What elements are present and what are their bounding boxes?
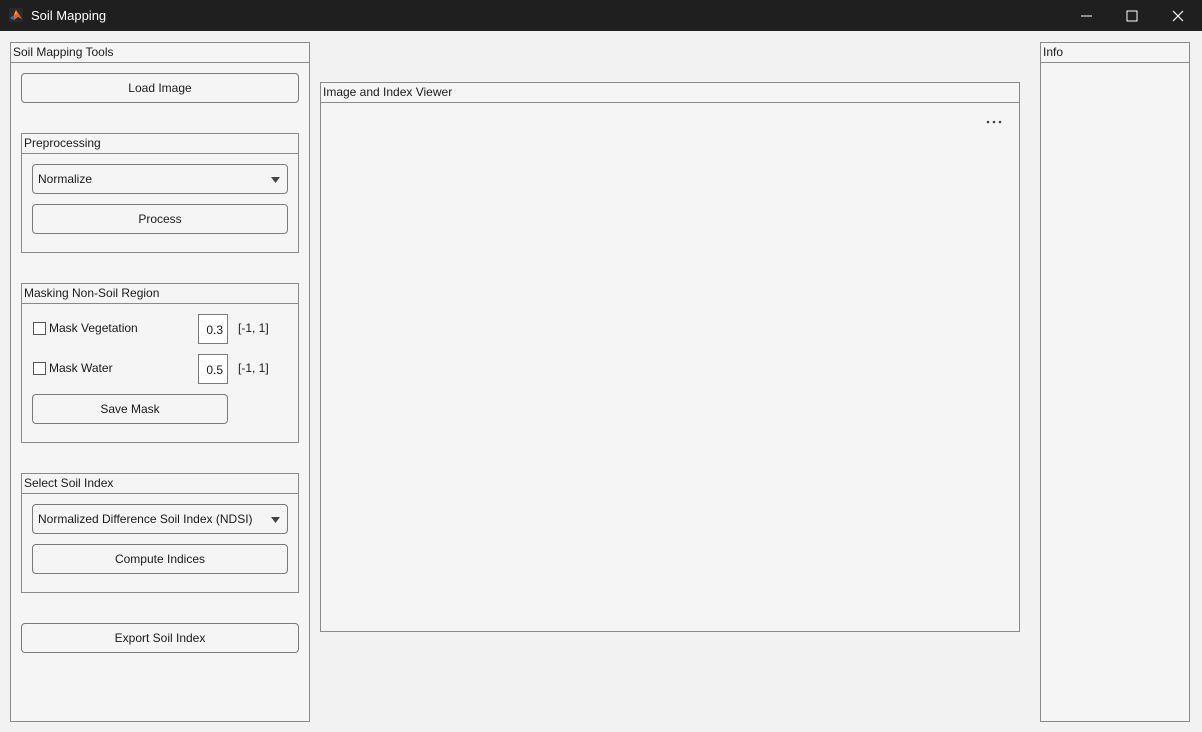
close-icon <box>1172 10 1184 22</box>
more-options-icon[interactable] <box>986 120 1002 124</box>
preprocessing-method-dropdown[interactable]: Normalize <box>32 164 288 194</box>
mask-water-label: Mask Water <box>49 361 113 375</box>
panel-title: Select Soil Index <box>22 474 298 494</box>
vegetation-range-label: [-1, 1] <box>238 321 269 335</box>
close-button[interactable] <box>1155 0 1201 31</box>
minimize-button[interactable] <box>1064 0 1110 31</box>
info-panel: Info <box>1040 42 1190 722</box>
soil-mapping-tools-panel: Soil Mapping Tools Load Image Preprocess… <box>10 42 310 722</box>
water-threshold-input[interactable]: 0.5 <box>198 354 228 384</box>
export-soil-index-button[interactable]: Export Soil Index <box>21 623 299 653</box>
panel-title: Preprocessing <box>22 134 298 154</box>
image-index-viewer-panel: Image and Index Viewer <box>320 82 1020 632</box>
preprocessing-panel: Preprocessing Normalize Process <box>21 133 299 253</box>
process-button[interactable]: Process <box>32 204 288 234</box>
mask-vegetation-checkbox[interactable] <box>33 322 46 335</box>
title-bar: Soil Mapping <box>0 0 1202 31</box>
water-range-label: [-1, 1] <box>238 361 269 375</box>
save-mask-button[interactable]: Save Mask <box>32 394 228 424</box>
minimize-icon <box>1081 15 1092 17</box>
dropdown-value: Normalize <box>38 172 93 186</box>
masking-panel: Masking Non-Soil Region Mask Vegetation … <box>21 283 299 443</box>
mask-vegetation-label: Mask Vegetation <box>49 321 138 335</box>
mask-water-checkbox[interactable] <box>33 362 46 375</box>
select-soil-index-panel: Select Soil Index Normalized Difference … <box>21 473 299 593</box>
soil-index-dropdown[interactable]: Normalized Difference Soil Index (NDSI) <box>32 504 288 534</box>
compute-indices-button[interactable]: Compute Indices <box>32 544 288 574</box>
dropdown-value: Normalized Difference Soil Index (NDSI) <box>38 512 253 526</box>
maximize-button[interactable] <box>1109 0 1155 31</box>
matlab-icon <box>9 8 23 22</box>
panel-title: Info <box>1041 43 1189 63</box>
maximize-icon <box>1126 10 1138 22</box>
panel-title: Masking Non-Soil Region <box>22 284 298 304</box>
vegetation-threshold-input[interactable]: 0.3 <box>198 314 228 344</box>
chevron-down-icon <box>271 517 280 523</box>
chevron-down-icon <box>271 177 280 183</box>
panel-title: Image and Index Viewer <box>321 83 1019 103</box>
panel-title: Soil Mapping Tools <box>11 43 309 63</box>
load-image-button[interactable]: Load Image <box>21 73 299 103</box>
window-title: Soil Mapping <box>31 8 107 23</box>
